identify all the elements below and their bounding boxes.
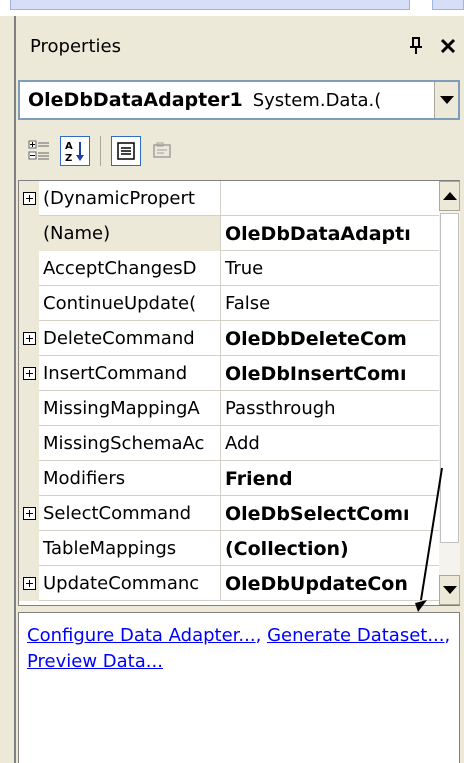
- property-row[interactable]: ContinueUpdate(False: [19, 286, 439, 321]
- commands-pane: Configure Data Adapter..., Generate Data…: [18, 612, 460, 763]
- tab-ghost-right: [432, 0, 464, 10]
- categorized-button[interactable]: [24, 136, 54, 166]
- row-gutter: [19, 426, 39, 461]
- row-gutter: [19, 531, 39, 566]
- property-name: DeleteCommand: [39, 321, 221, 356]
- chevron-up-icon: [442, 192, 457, 200]
- property-name: (DynamicPropert: [39, 181, 221, 216]
- property-value[interactable]: True: [221, 251, 439, 286]
- property-value[interactable]: OleDbUpdateCon: [221, 566, 439, 601]
- property-value[interactable]: Add: [221, 426, 439, 461]
- properties-window: Properties OleDbDataAdapter1 System.Data…: [0, 0, 464, 763]
- property-value[interactable]: (Collection): [221, 531, 439, 566]
- scroll-up-button[interactable]: [439, 181, 460, 211]
- alphabetical-button[interactable]: A Z: [60, 136, 90, 166]
- property-value[interactable]: Passthrough: [221, 391, 439, 426]
- property-value[interactable]: [221, 181, 439, 216]
- property-value[interactable]: OleDbInsertComı: [221, 356, 439, 391]
- link-separator: ,: [444, 625, 451, 646]
- expand-plus-icon[interactable]: [22, 367, 36, 380]
- row-gutter: [19, 391, 39, 426]
- scroll-thumb[interactable]: [440, 213, 459, 543]
- property-name: Modifiers: [39, 461, 221, 496]
- row-gutter: [19, 181, 39, 216]
- property-name: (Name): [39, 216, 221, 251]
- property-row[interactable]: SelectCommand OleDbSelectComı: [19, 496, 439, 531]
- vertical-scrollbar[interactable]: [439, 181, 460, 605]
- property-value[interactable]: OleDbDeleteCom: [221, 321, 439, 356]
- dropdown-arrow-button[interactable]: [434, 82, 458, 118]
- property-row[interactable]: (DynamicPropert: [19, 181, 439, 216]
- row-gutter: [19, 251, 39, 286]
- property-row[interactable]: (Name) OleDbDataAdaptı: [19, 216, 439, 251]
- property-row[interactable]: DeleteCommand OleDbDeleteCom: [19, 321, 439, 356]
- property-name: MissingMappingA: [39, 391, 221, 426]
- svg-text:A: A: [65, 141, 73, 152]
- panel-title: Properties: [30, 35, 121, 57]
- property-value[interactable]: False: [221, 286, 439, 321]
- row-gutter: [19, 566, 39, 601]
- object-name: OleDbDataAdapter1: [28, 89, 243, 111]
- property-name: AcceptChangesD: [39, 251, 221, 286]
- row-gutter: [19, 356, 39, 391]
- property-value[interactable]: Friend: [221, 461, 439, 496]
- row-gutter: [19, 286, 39, 321]
- property-name: TableMappings: [39, 531, 221, 566]
- property-name: InsertCommand: [39, 356, 221, 391]
- property-row[interactable]: Modifiers Friend: [19, 461, 439, 496]
- tab-ghost-left: [10, 0, 410, 10]
- generate-dataset-link[interactable]: Generate Dataset...: [267, 625, 444, 646]
- row-gutter: [19, 321, 39, 356]
- expand-plus-icon[interactable]: [22, 577, 36, 590]
- property-pages-icon: [153, 142, 171, 158]
- window-tab-strip: [0, 0, 464, 16]
- properties-toolbar: A Z: [16, 126, 464, 176]
- toolbar-separator: [100, 136, 101, 166]
- row-gutter: [19, 496, 39, 531]
- property-row[interactable]: TableMappings (Collection): [19, 531, 439, 566]
- scroll-down-button[interactable]: [439, 575, 460, 605]
- expand-plus-icon[interactable]: [22, 507, 36, 520]
- property-grid: (DynamicPropert (Name) OleDbDataAdaptı Acce…: [18, 180, 460, 606]
- row-gutter: [19, 461, 39, 496]
- property-pages-button[interactable]: [147, 136, 177, 166]
- expand-plus-icon[interactable]: [22, 192, 36, 205]
- close-icon[interactable]: [436, 34, 460, 58]
- property-value[interactable]: OleDbSelectComı: [221, 496, 439, 531]
- property-name: MissingSchemaAc: [39, 426, 221, 461]
- configure-data-adapter-link[interactable]: Configure Data Adapter...: [27, 625, 256, 646]
- property-name: UpdateCommanc: [39, 566, 221, 601]
- chevron-down-icon: [442, 586, 457, 594]
- pin-icon[interactable]: [404, 34, 428, 58]
- expand-plus-icon[interactable]: [22, 332, 36, 345]
- preview-data-link[interactable]: Preview Data...: [27, 651, 163, 672]
- property-row[interactable]: MissingSchemaAc Add: [19, 426, 439, 461]
- property-row[interactable]: UpdateCommanc OleDbUpdateCon: [19, 566, 439, 601]
- row-gutter: [19, 216, 39, 251]
- property-value[interactable]: OleDbDataAdaptı: [221, 216, 439, 251]
- svg-text:Z: Z: [65, 153, 72, 163]
- property-name: SelectCommand: [39, 496, 221, 531]
- property-row[interactable]: InsertCommand OleDbInsertComı: [19, 356, 439, 391]
- properties-list-icon: [117, 142, 135, 160]
- property-name: ContinueUpdate(: [39, 286, 221, 321]
- link-separator: ,: [255, 625, 262, 646]
- object-type: System.Data.(: [252, 89, 382, 111]
- properties-view-button[interactable]: [111, 136, 141, 166]
- categorized-icon: [28, 140, 49, 160]
- sort-az-icon: A Z: [65, 141, 84, 163]
- properties-titlebar: Properties: [16, 28, 464, 64]
- object-selector-dropdown[interactable]: OleDbDataAdapter1 System.Data.(: [18, 80, 460, 120]
- chevron-down-icon: [439, 96, 454, 104]
- property-row[interactable]: MissingMappingA Passthrough: [19, 391, 439, 426]
- property-row[interactable]: AcceptChangesD True: [19, 251, 439, 286]
- property-rows: (DynamicPropert (Name) OleDbDataAdaptı Acce…: [19, 181, 439, 601]
